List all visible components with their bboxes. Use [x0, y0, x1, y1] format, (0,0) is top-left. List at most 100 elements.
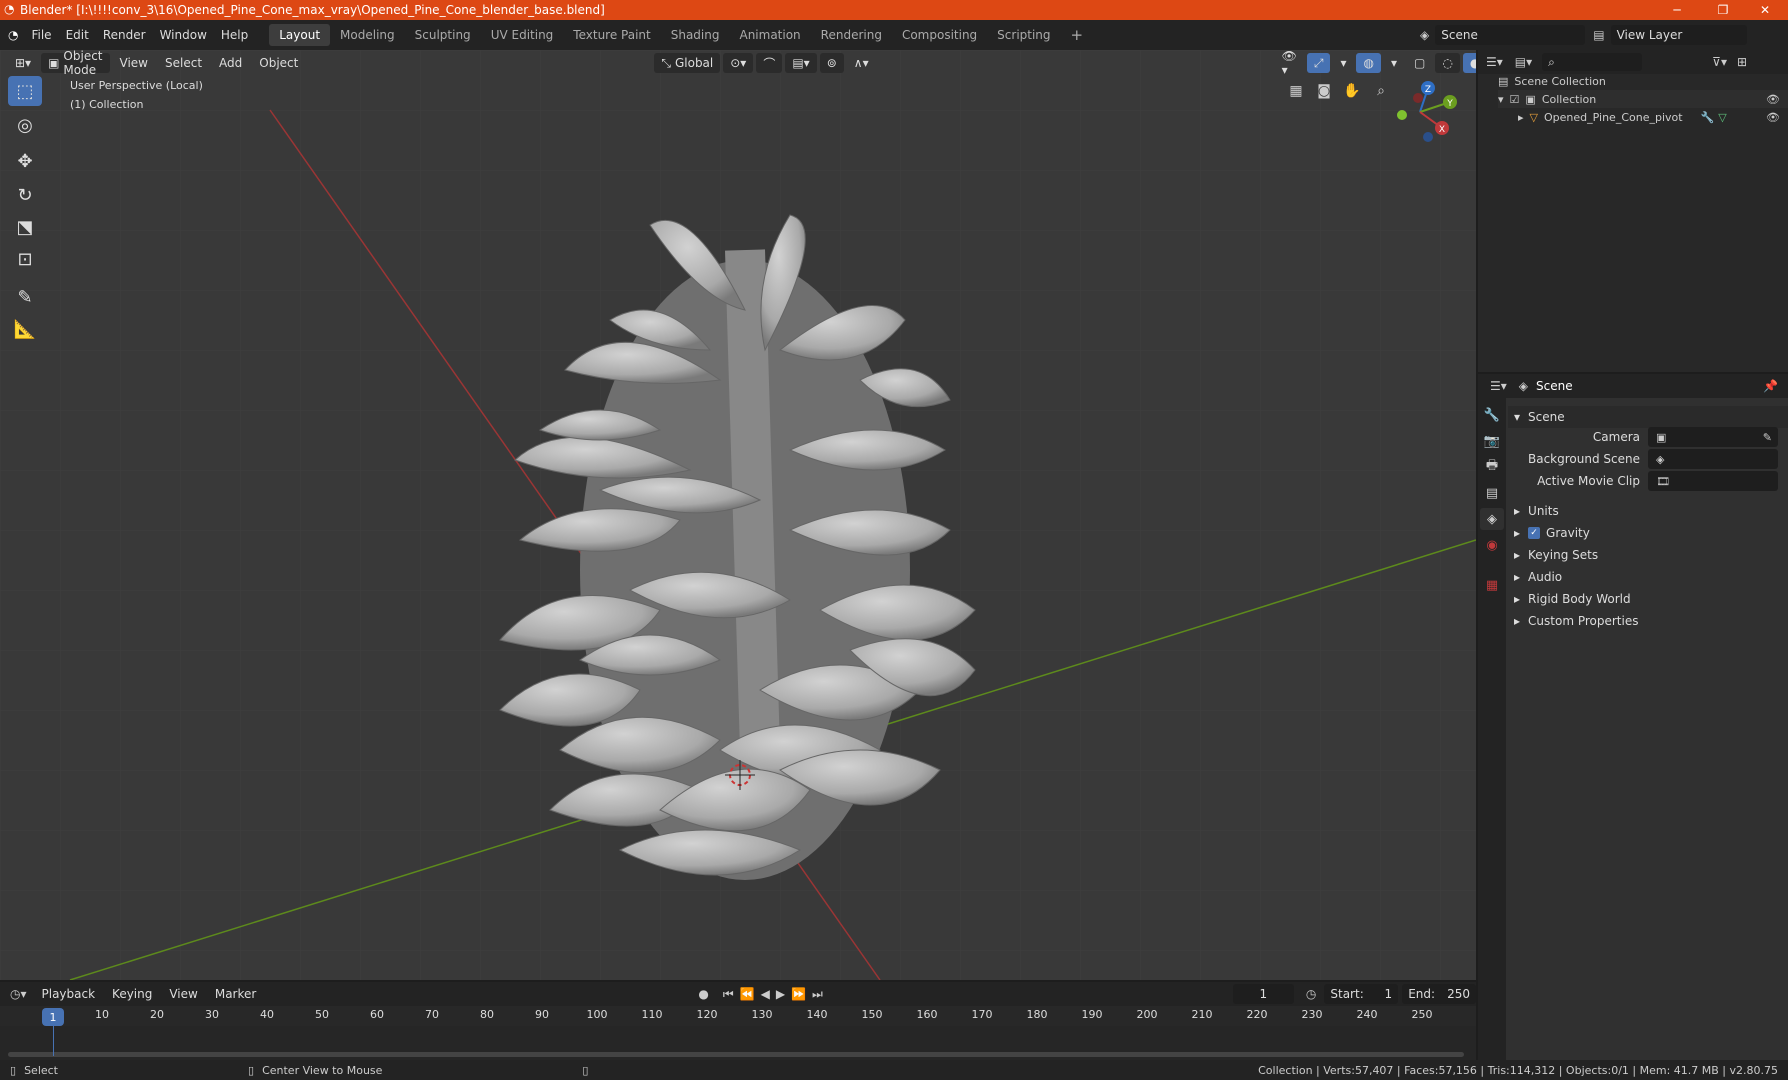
current-frame-field[interactable]: 1 — [1232, 984, 1294, 1004]
jump-end-icon[interactable]: ⏭ — [812, 987, 823, 1002]
tab-modeling[interactable]: Modeling — [330, 24, 405, 46]
marker-menu[interactable]: Marker — [208, 984, 263, 1004]
section-rigid-body-world[interactable]: ▸ Rigid Body World — [1508, 588, 1631, 610]
editor-type-button[interactable]: ⊞▾ — [8, 53, 38, 73]
play-icon[interactable]: ▶ — [776, 987, 785, 1001]
gizmo-dropdown[interactable]: ▾ — [1333, 53, 1353, 73]
shading-solid[interactable]: ● — [1462, 53, 1476, 73]
navigation-gizmo[interactable]: Z Y X — [1380, 72, 1460, 152]
view-layer-icon[interactable]: ▤ — [1593, 28, 1604, 42]
expand-arrow-icon[interactable]: ▸ — [1518, 111, 1524, 124]
snap-toggle[interactable]: ⌒ — [756, 53, 783, 73]
timeline-editor-icon[interactable]: ◷▾ — [10, 987, 27, 1001]
overlay-dropdown[interactable]: ▾ — [1384, 53, 1404, 73]
gizmo-toggle[interactable]: ⤢ — [1306, 53, 1331, 73]
modifier-wrench-icon[interactable]: 🔧 — [1701, 111, 1715, 124]
cursor-tool[interactable]: ◎ — [8, 110, 42, 140]
menu-window[interactable]: Window — [153, 24, 214, 46]
falloff-button[interactable]: ∧▾ — [847, 53, 876, 73]
preview-range-icon[interactable]: ◷ — [1306, 987, 1316, 1001]
pan-hand-icon[interactable]: ✋ — [1339, 78, 1365, 104]
menu-file[interactable]: File — [24, 24, 58, 46]
tab-uv-editing[interactable]: UV Editing — [481, 24, 564, 46]
active-movie-clip-field[interactable]: 🎞 — [1648, 471, 1778, 491]
section-keying-sets[interactable]: ▸ Keying Sets — [1508, 544, 1598, 566]
view-layer-tab-icon[interactable]: ▤ — [1480, 482, 1504, 504]
tab-shading[interactable]: Shading — [661, 24, 730, 46]
view-menu[interactable]: View — [113, 53, 155, 73]
texture-tab-icon[interactable]: ▦ — [1480, 574, 1504, 596]
xray-toggle[interactable]: ▢ — [1407, 53, 1432, 73]
jump-start-icon[interactable]: ⏮ — [723, 987, 734, 1002]
next-keyframe-icon[interactable]: ⏩ — [791, 987, 806, 1001]
annotate-tool[interactable]: ✎ — [8, 282, 42, 312]
add-menu[interactable]: Add — [212, 53, 249, 73]
transform-orientation[interactable]: ⤡ Global — [654, 53, 721, 73]
tab-rendering[interactable]: Rendering — [811, 24, 892, 46]
transform-tool[interactable]: ⊡ — [8, 244, 42, 274]
proportional-editing[interactable]: ⊚ — [819, 53, 844, 73]
tab-animation[interactable]: Animation — [729, 24, 810, 46]
scene-selector[interactable]: Scene — [1435, 25, 1586, 45]
view-layer-selector[interactable]: View Layer — [1610, 25, 1747, 45]
prev-keyframe-icon[interactable]: ⏪ — [740, 987, 755, 1001]
tab-texture-paint[interactable]: Texture Paint — [563, 24, 660, 46]
expand-arrow-icon[interactable]: ▾ — [1498, 93, 1504, 106]
play-reverse-icon[interactable]: ◀ — [761, 987, 770, 1001]
section-gravity[interactable]: ▸ ✓ Gravity — [1508, 522, 1590, 544]
outliner-search-input[interactable]: ⌕ — [1542, 53, 1643, 71]
select-menu[interactable]: Select — [158, 53, 209, 73]
3d-viewport[interactable]: ⊞▾ ▣ Object Mode View Select Add Object ⤡… — [0, 50, 1476, 980]
scale-tool[interactable]: ⬔ — [8, 212, 42, 242]
visibility-button[interactable]: 👁▾ — [1275, 50, 1304, 77]
scene-panel-header[interactable]: ▾ Scene — [1508, 406, 1788, 428]
eyedropper-icon[interactable]: ✎ — [1763, 431, 1772, 444]
overlay-toggle[interactable]: ◍ — [1356, 53, 1381, 73]
timeline-scrollbar[interactable] — [8, 1052, 1464, 1057]
start-frame-field[interactable]: Start: 1 — [1324, 984, 1399, 1004]
frame-ruler[interactable]: 10 20 30 40 50 60 70 80 90 100 110 120 130 140 150 160 1… — [0, 1008, 1476, 1026]
tab-sculpting[interactable]: Sculpting — [405, 24, 481, 46]
pin-icon[interactable]: 📌 — [1763, 379, 1778, 393]
section-units[interactable]: ▸ Units — [1508, 500, 1559, 522]
playback-menu[interactable]: Playback — [35, 984, 103, 1004]
properties-editor-icon[interactable]: ☰▾ — [1490, 379, 1507, 393]
menu-help[interactable]: Help — [214, 24, 255, 46]
close-button[interactable]: ✕ — [1742, 0, 1788, 20]
minimize-button[interactable]: ─ — [1654, 0, 1700, 20]
add-workspace-button[interactable]: + — [1061, 24, 1094, 46]
mesh-data-icon[interactable]: ▽ — [1718, 111, 1726, 124]
scene-tab-icon[interactable]: ◈ — [1480, 508, 1504, 530]
menu-render[interactable]: Render — [96, 24, 153, 46]
keying-menu[interactable]: Keying — [105, 984, 159, 1004]
grid-icon[interactable]: ▦ — [1283, 78, 1309, 104]
tool-tab-icon[interactable]: 🔧 — [1480, 404, 1504, 426]
outliner-editor-icon[interactable]: ☰▾ — [1486, 55, 1503, 69]
blender-menu-icon[interactable]: ◔ — [8, 28, 18, 42]
scene-icon[interactable]: ◈ — [1420, 28, 1429, 42]
render-tab-icon[interactable]: 📷 — [1480, 430, 1504, 452]
outliner-row-object[interactable]: ▸ ▽ Opened_Pine_Cone_pivot 🔧 ▽ 👁 — [1518, 108, 1788, 126]
snap-settings[interactable]: ▤▾ — [785, 53, 817, 73]
menu-edit[interactable]: Edit — [59, 24, 96, 46]
object-menu[interactable]: Object — [252, 53, 305, 73]
playhead-marker[interactable]: 1 — [42, 1008, 64, 1026]
section-custom-properties[interactable]: ▸ Custom Properties — [1508, 610, 1638, 632]
eye-icon[interactable]: 👁 — [1766, 111, 1780, 124]
record-icon[interactable]: ● — [698, 987, 708, 1001]
camera-field[interactable]: ▣ ✎ — [1648, 427, 1778, 447]
output-tab-icon[interactable]: 🖶 — [1480, 456, 1504, 478]
background-scene-field[interactable]: ◈ — [1648, 449, 1778, 469]
restore-button[interactable]: ❐ — [1700, 0, 1746, 20]
move-tool[interactable]: ✥ — [8, 146, 42, 176]
pivot-point-button[interactable]: ⊙▾ — [723, 53, 754, 73]
checkbox-icon[interactable]: ☑ — [1510, 93, 1520, 106]
end-frame-field[interactable]: End: 250 — [1402, 984, 1476, 1004]
mode-selector[interactable]: ▣ Object Mode — [41, 50, 110, 77]
outliner-row-scene-collection[interactable]: ▤ Scene Collection — [1498, 72, 1606, 90]
outliner-row-collection[interactable]: ▾ ☑ ▣ Collection 👁 — [1498, 90, 1788, 108]
new-collection-icon[interactable]: ⊞ — [1737, 55, 1747, 69]
camera-view-icon[interactable]: ◙ — [1311, 78, 1337, 104]
display-mode-icon[interactable]: ▤▾ — [1515, 55, 1532, 69]
world-tab-icon[interactable]: ◉ — [1480, 534, 1504, 556]
